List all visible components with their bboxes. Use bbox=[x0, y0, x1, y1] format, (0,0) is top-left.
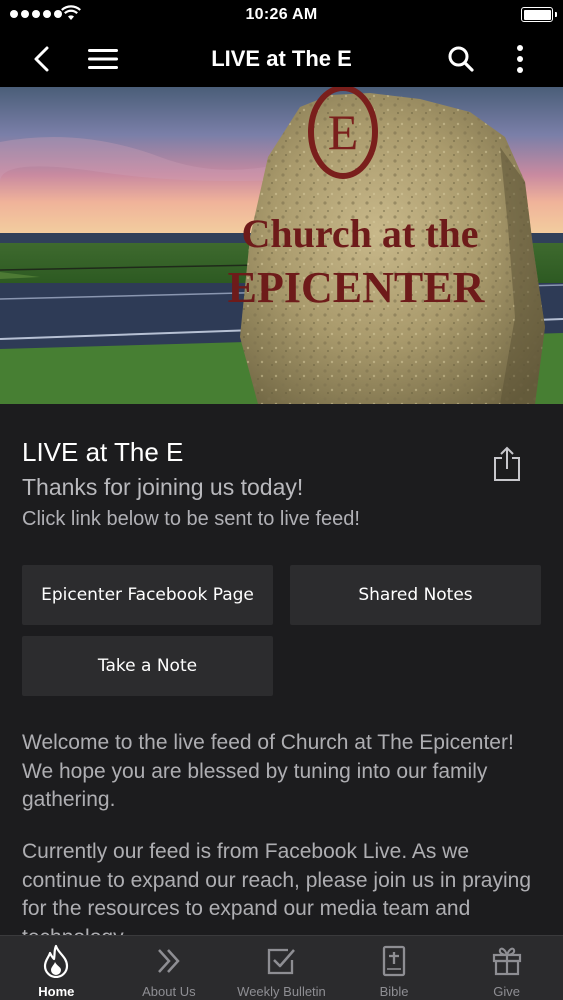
tab-give[interactable]: Give bbox=[450, 936, 563, 1000]
tab-home[interactable]: Home bbox=[0, 936, 113, 1000]
tab-about-us[interactable]: About Us bbox=[113, 936, 226, 1000]
tab-weekly-bulletin[interactable]: Weekly Bulletin bbox=[225, 936, 338, 1000]
shared-notes-button[interactable]: Shared Notes bbox=[290, 565, 541, 625]
status-time: 10:26 AM bbox=[245, 6, 318, 23]
welcome-paragraph: Welcome to the live feed of Church at Th… bbox=[22, 731, 514, 811]
svg-text:EPICENTER: EPICENTER bbox=[228, 263, 486, 312]
svg-text:E: E bbox=[328, 104, 359, 160]
navigation-bar: LIVE at The E bbox=[0, 30, 563, 87]
take-note-button[interactable]: Take a Note bbox=[22, 636, 273, 696]
menu-button[interactable] bbox=[84, 30, 122, 87]
share-icon bbox=[494, 446, 520, 481]
tab-label-give: Give bbox=[493, 984, 521, 999]
double-chevron-icon bbox=[157, 949, 180, 973]
search-button[interactable] bbox=[443, 30, 479, 87]
facebook-page-button[interactable]: Epicenter Facebook Page bbox=[22, 565, 273, 625]
gift-icon bbox=[492, 947, 521, 976]
battery-icon bbox=[521, 7, 557, 22]
menu-icon bbox=[88, 48, 118, 69]
tab-bar: Home About Us Weekly Bulletin Bible Give bbox=[0, 935, 563, 1000]
facebook-live-paragraph: Currently our feed is from Facebook Live… bbox=[22, 840, 532, 935]
tab-bible[interactable]: Bible bbox=[338, 936, 451, 1000]
svg-text:Church at the: Church at the bbox=[241, 211, 478, 256]
more-icon bbox=[517, 44, 523, 73]
search-icon bbox=[448, 46, 474, 72]
tab-label-bible: Bible bbox=[379, 984, 409, 999]
checkbox-icon bbox=[268, 948, 296, 975]
content-subtitle: Thanks for joining us today! bbox=[22, 474, 304, 500]
flame-icon bbox=[44, 944, 69, 978]
church-sign-photo: E Church at the EPICENTER bbox=[0, 87, 563, 404]
bible-icon bbox=[382, 945, 406, 977]
hero-image: E Church at the EPICENTER bbox=[0, 87, 563, 404]
back-icon bbox=[34, 46, 49, 71]
more-options-button[interactable] bbox=[505, 30, 535, 87]
tab-label-about-us: About Us bbox=[142, 984, 196, 999]
content-instruction: Click link below to be sent to live feed… bbox=[22, 508, 360, 530]
tab-label-weekly-bulletin: Weekly Bulletin bbox=[237, 984, 326, 999]
content-area[interactable]: LIVE at The E Thanks for joining us toda… bbox=[0, 404, 563, 935]
tab-label-home: Home bbox=[38, 984, 75, 999]
content-title: LIVE at The E bbox=[22, 437, 184, 467]
back-button[interactable] bbox=[22, 30, 62, 87]
share-button[interactable] bbox=[492, 446, 522, 487]
status-bar: 10:26 AM bbox=[0, 0, 563, 30]
